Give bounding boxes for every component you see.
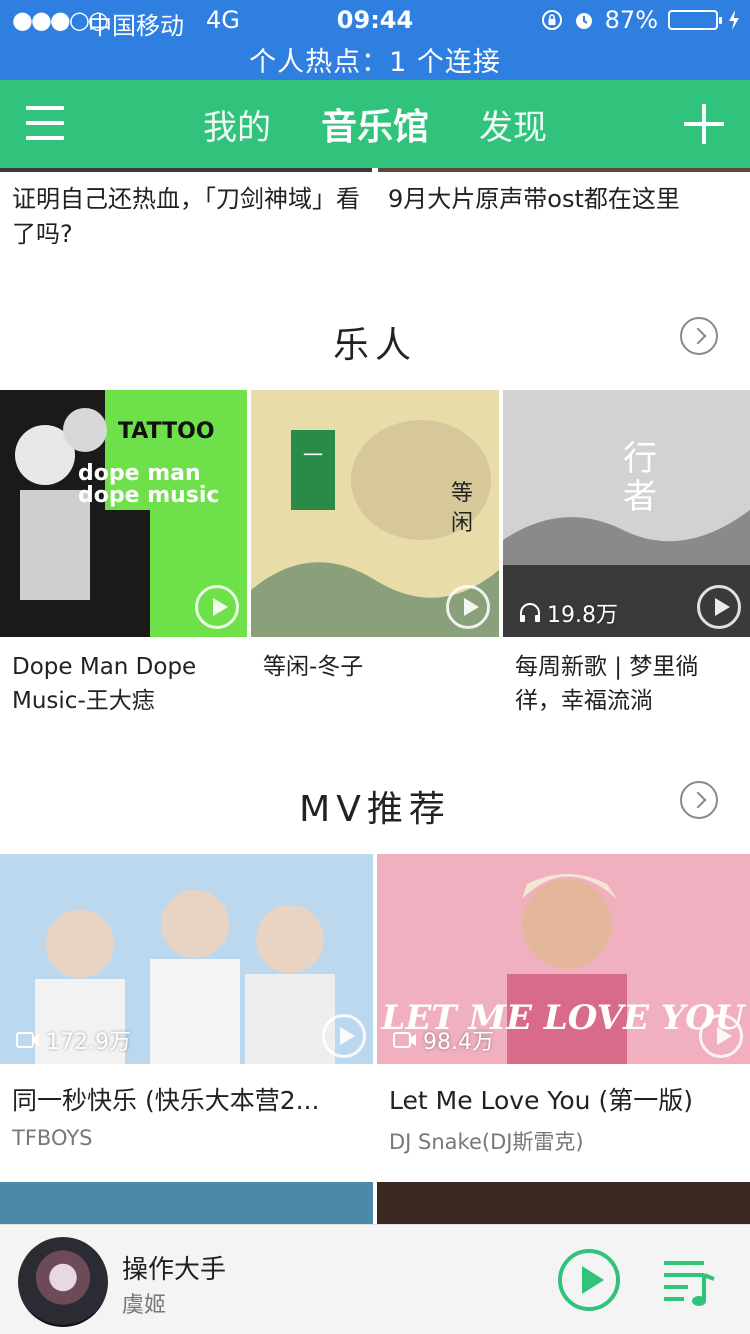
- rotation-lock-icon: [541, 10, 562, 30]
- tab-music-hall[interactable]: 音乐馆: [321, 98, 429, 150]
- yueren-caption-2[interactable]: 等闲-冬子: [263, 650, 493, 684]
- yueren-caption-3[interactable]: 每周新歌 | 梦里徜徉，幸福流淌: [515, 650, 737, 718]
- plus-icon[interactable]: [684, 104, 724, 144]
- alarm-icon: [575, 13, 592, 29]
- nav-tabs: 我的 音乐馆 发现: [0, 80, 750, 168]
- mv-cover-4[interactable]: [377, 1182, 750, 1224]
- play-count-text: 98.4万: [423, 1030, 494, 1055]
- mv-cover-2[interactable]: LET ME LOVE YOU 98.4万: [377, 854, 750, 1064]
- player-artist: 虞姬: [122, 1293, 167, 1318]
- player-song-title: 操作大手: [122, 1255, 227, 1285]
- yueren-cover-3[interactable]: 行 者 19.8万: [503, 390, 750, 637]
- play-icon[interactable]: [446, 585, 490, 629]
- mv-cover-1[interactable]: 172.9万: [0, 854, 373, 1064]
- mv-1-play-count: 172.9万: [16, 1024, 131, 1056]
- yueren-more-button[interactable]: [680, 317, 718, 355]
- svg-text:行: 行: [623, 439, 657, 479]
- svg-text:dope music: dope music: [78, 483, 219, 508]
- battery-percent: 87%: [604, 6, 658, 34]
- play-count-text: 172.9万: [46, 1030, 131, 1055]
- svg-text:TATTOO: TATTOO: [118, 419, 215, 444]
- mv-artist-2[interactable]: DJ Snake(DJ斯雷克): [389, 1126, 584, 1156]
- content-scroll[interactable]: 证明自己还热血，「刀剑神域」看了吗? 9月大片原声带ost都在这里 乐人 dop…: [0, 168, 750, 1224]
- status-right-group: 87%: [541, 6, 740, 34]
- play-button[interactable]: [558, 1249, 620, 1311]
- hotspot-banner[interactable]: 个人热点：1 个连接: [0, 40, 750, 79]
- mv-caption-2[interactable]: Let Me Love You (第一版): [389, 1084, 744, 1118]
- mv-more-button[interactable]: [680, 781, 718, 819]
- charging-bolt-icon: [729, 10, 739, 30]
- play-icon[interactable]: [697, 585, 741, 629]
- nav-bar: 我的 音乐馆 发现: [0, 80, 750, 168]
- mv-2-play-count: 98.4万: [393, 1024, 494, 1056]
- top-card-caption-1[interactable]: 证明自己还热血，「刀剑神域」看了吗?: [12, 182, 362, 252]
- section-title-yueren: 乐人: [332, 325, 417, 366]
- mini-player[interactable]: 操作大手 虞姬: [0, 1224, 750, 1334]
- mv-caption-1[interactable]: 同一秒快乐 (快乐大本营2...: [12, 1084, 367, 1118]
- headphones-icon: [520, 603, 540, 622]
- top-cover-strip: [0, 168, 750, 172]
- play-icon[interactable]: [322, 1014, 366, 1058]
- status-row: ●●●○○ 中国移动 4G 09:44 87%: [0, 6, 750, 40]
- album-disc[interactable]: [18, 1237, 108, 1327]
- mv-cover-3[interactable]: [0, 1182, 373, 1224]
- mv-artist-1[interactable]: TFBOYS: [12, 1126, 92, 1150]
- status-bar: ●●●○○ 中国移动 4G 09:44 87% 个人热点：1 个连接: [0, 0, 750, 80]
- play-icon[interactable]: [195, 585, 239, 629]
- section-title-mv: MV推荐: [299, 789, 451, 830]
- yueren-cover-2[interactable]: 一 等 闲: [251, 390, 499, 637]
- svg-text:等: 等: [451, 481, 473, 506]
- svg-text:闲: 闲: [451, 511, 473, 536]
- svg-text:者: 者: [623, 477, 657, 517]
- video-icon: [16, 1032, 39, 1048]
- top-card-caption-2[interactable]: 9月大片原声带ost都在这里: [388, 182, 738, 217]
- playlist-icon[interactable]: [660, 1253, 718, 1311]
- battery-icon: [668, 10, 722, 30]
- tab-mine[interactable]: 我的: [203, 100, 271, 149]
- yueren-caption-1[interactable]: Dope Man Dope Music-王大痣: [12, 650, 242, 718]
- tab-discover[interactable]: 发现: [479, 100, 547, 149]
- yueren-cover-1[interactable]: dope man dope music TATTOO: [0, 390, 247, 637]
- yueren-3-play-count: 19.8万: [519, 597, 618, 629]
- play-count-text: 19.8万: [547, 603, 618, 628]
- play-icon[interactable]: [699, 1014, 743, 1058]
- svg-text:一: 一: [303, 443, 323, 467]
- video-icon: [393, 1032, 416, 1048]
